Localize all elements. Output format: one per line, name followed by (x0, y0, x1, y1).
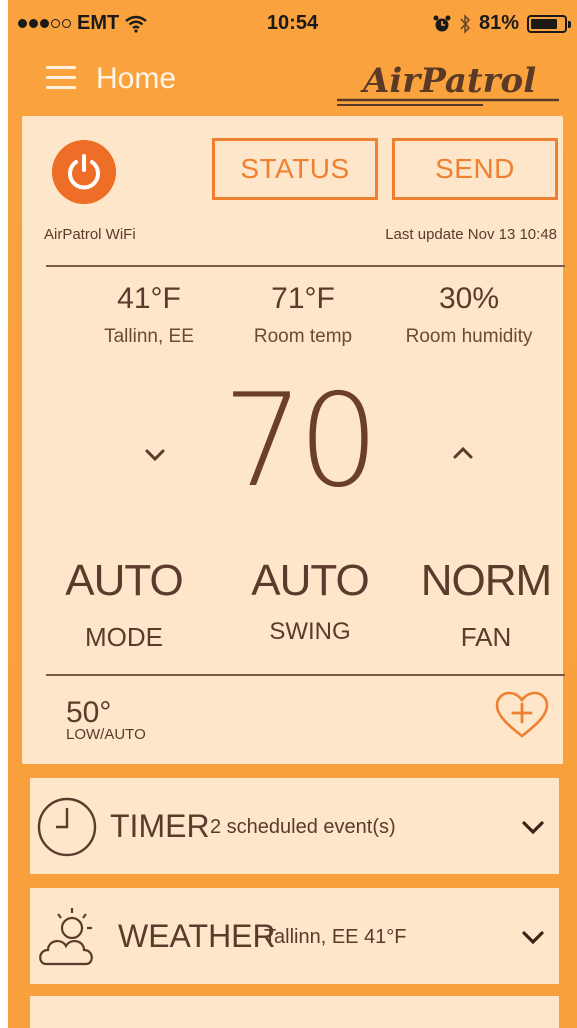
menu-icon[interactable] (46, 66, 76, 92)
clock-icon (37, 797, 97, 857)
room-temp-value: 71°F (271, 282, 335, 315)
room-humidity-label: Room humidity (405, 326, 533, 347)
app-screen: EMT 10:54 81% Home AirPatrol STATUS SEND… (8, 0, 577, 1028)
low-auto-label: LOW/AUTO (66, 726, 146, 743)
mode-value[interactable]: AUTO (34, 556, 214, 606)
page-title: Home (96, 62, 177, 95)
modes-divider (46, 674, 565, 676)
low-auto-value: 50° (66, 696, 112, 729)
send-button[interactable]: SEND (392, 138, 558, 200)
timer-expand-icon[interactable] (520, 818, 546, 836)
room-humidity-value: 30% (438, 282, 500, 315)
temp-up-icon[interactable] (448, 442, 478, 464)
timer-title: TIMER (110, 808, 210, 844)
setpoint-temperature: 70 (222, 367, 380, 516)
swing-value[interactable]: AUTO (220, 556, 400, 606)
weather-subtitle: Tallinn, EE 41°F (264, 926, 407, 948)
weather-expand-icon[interactable] (520, 928, 546, 946)
battery-icon (527, 14, 571, 33)
temp-down-icon[interactable] (140, 444, 170, 466)
next-panel-partial[interactable] (30, 996, 559, 1028)
fan-label: FAN (460, 622, 512, 652)
fan-value[interactable]: NORM (396, 556, 576, 606)
outside-temp-value: 41°F (117, 282, 181, 315)
device-name: AirPatrol WiFi (44, 226, 136, 243)
outside-temp-label: Tallinn, EE (104, 326, 194, 347)
last-update: Last update Nov 13 10:48 (385, 226, 557, 243)
bluetooth-icon (460, 13, 471, 34)
alarm-icon (433, 15, 451, 31)
battery-level (531, 18, 557, 29)
status-bar: EMT 10:54 81% (8, 0, 577, 50)
header-divider (46, 265, 565, 267)
timer-subtitle: 2 scheduled event(s) (210, 816, 396, 838)
airpatrol-logo: AirPatrol (337, 61, 559, 106)
status-right: 81% (433, 12, 571, 35)
svg-text:AirPatrol: AirPatrol (360, 61, 536, 101)
weather-cloud-sun-icon (39, 908, 93, 966)
swing-label: SWING (269, 618, 351, 645)
weather-title: WEATHER (118, 918, 276, 954)
battery-percent: 81% (478, 12, 519, 34)
power-button[interactable] (52, 140, 116, 204)
nav-bar: Home AirPatrol (8, 52, 577, 112)
room-temp-label: Room temp (253, 326, 353, 347)
mode-label: MODE (85, 622, 163, 652)
status-button[interactable]: STATUS (212, 138, 378, 200)
power-icon (68, 154, 100, 190)
favorite-add-icon[interactable] (494, 690, 550, 740)
